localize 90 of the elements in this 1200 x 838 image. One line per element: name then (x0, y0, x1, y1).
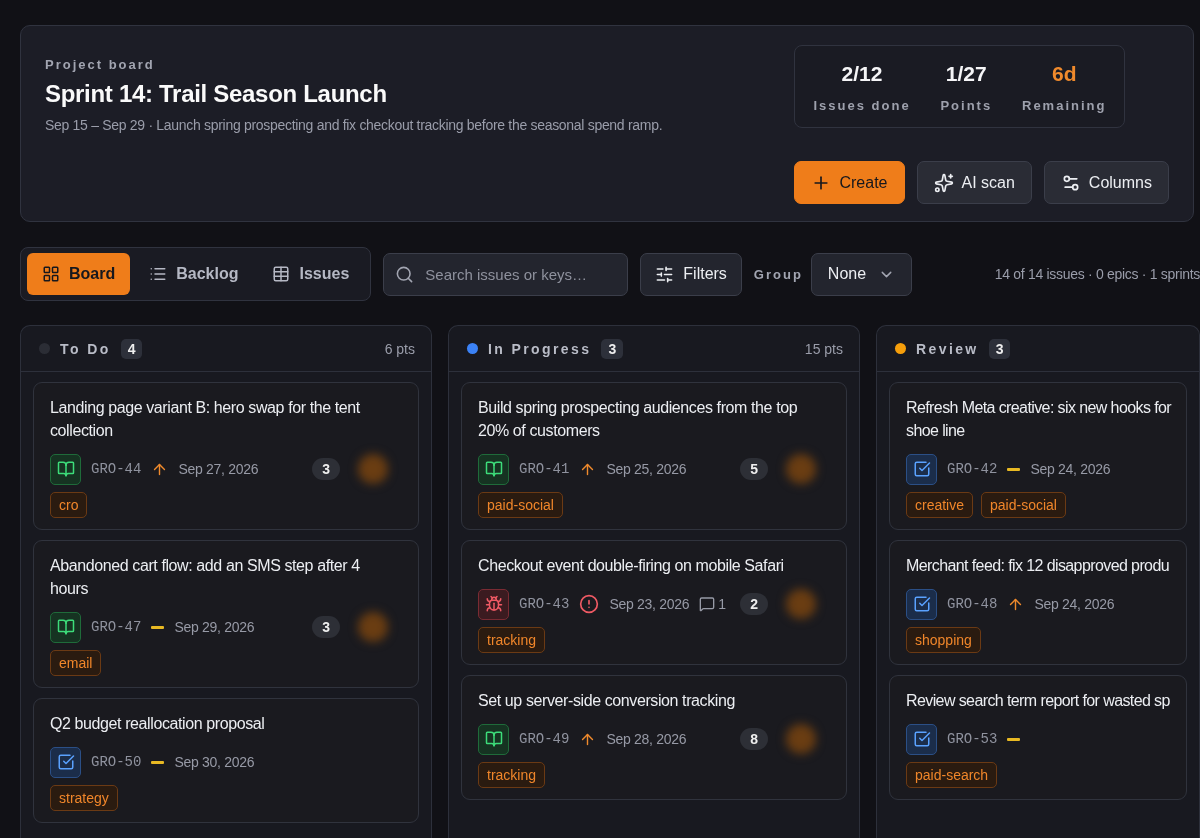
due-date: Sep 25, 2026 (606, 461, 687, 477)
issue-title: Review search term report for wasted sp (906, 691, 1171, 711)
points-badge: 8 (740, 728, 768, 750)
stat-value: 2/12 (841, 62, 883, 86)
due-date: Sep 30, 2026 (174, 754, 255, 770)
view-tab[interactable]: Issues (257, 253, 365, 295)
filters-button[interactable]: Filters (640, 252, 742, 296)
issue-key: GRO-50 (91, 754, 142, 770)
label-tag: strategy (50, 785, 118, 811)
count-badge: 3 (601, 338, 624, 359)
avatar (786, 454, 816, 484)
points-badge: 5 (740, 458, 768, 480)
count-badge: 3 (988, 338, 1011, 359)
issue-summary: 14 of 14 issues · 0 epics · 1 sprints (994, 266, 1200, 282)
due-date: Sep 24, 2026 (1030, 461, 1111, 477)
label-tag: creative (906, 492, 974, 518)
table-icon (272, 265, 291, 283)
search-icon (395, 264, 415, 284)
stat-label: Issues done (813, 98, 911, 113)
stat-label: Remaining (1022, 98, 1107, 113)
issue-key: GRO-49 (519, 731, 570, 747)
grid-icon (42, 265, 60, 283)
avatar (358, 454, 388, 484)
issue-key: GRO-44 (91, 461, 142, 477)
label-tag: shopping (906, 627, 981, 653)
label-tag: paid-social (981, 492, 1066, 518)
due-date: Sep 27, 2026 (178, 461, 259, 477)
stat-value: 1/27 (945, 62, 987, 86)
issue-key: GRO-43 (519, 596, 570, 612)
comment-count: 1 (699, 596, 726, 612)
issue-card[interactable]: Q2 budget reallocation proposal GRO-50 Sep 30, 2026 strategy (33, 698, 419, 823)
label-tag: email (50, 650, 102, 676)
issue-card[interactable]: Checkout event double-firing on mobile Safari GRO-43 Sep 23, 2026 1 2 tracking (461, 540, 847, 665)
issue-key: GRO-42 (947, 461, 998, 477)
eyebrow-label: Project board (45, 57, 156, 72)
issue-key: GRO-48 (947, 596, 998, 612)
avatar (786, 589, 816, 619)
issue-card[interactable]: Merchant feed: fix 12 disapproved produ GRO-48 Sep 24, 2026 shopping (889, 540, 1187, 665)
list-icon (149, 265, 168, 283)
issue-card[interactable]: Build spring prospecting audiences from the top 20% of customers GRO-41 Sep 25, 2026 5 paid-social (461, 382, 847, 530)
points-badge: 2 (740, 593, 768, 615)
label-tag: cro (50, 492, 88, 518)
column-title: To Do (60, 340, 111, 357)
issue-card[interactable]: Refresh Meta creative: six new hooks for shoe line GRO-42 Sep 24, 2026 creative paid-social (889, 382, 1187, 530)
view-tab[interactable]: Board (27, 253, 131, 295)
label-tag: paid-search (906, 762, 998, 788)
count-badge: 4 (120, 338, 143, 359)
issue-title: Merchant feed: fix 12 disapproved produ (906, 556, 1170, 576)
issue-key: GRO-47 (91, 619, 142, 635)
group-label: Group (753, 266, 803, 282)
issue-card[interactable]: Abandoned cart flow: add an SMS step after 4 hours GRO-47 Sep 29, 2026 3 email (33, 540, 419, 688)
issue-title: Q2 budget reallocation proposal (50, 714, 266, 734)
issue-title: Landing page variant B: hero swap for the tent collection (50, 398, 361, 441)
avatar (786, 724, 816, 754)
stat-label: Points (940, 98, 993, 113)
column-points: 6 pts (384, 340, 415, 357)
label-tag: tracking (478, 627, 546, 653)
issue-key: GRO-53 (947, 731, 998, 747)
issue-key: GRO-41 (519, 461, 570, 477)
issue-card[interactable]: Review search term report for wasted sp GRO-53 paid-search (889, 675, 1187, 800)
due-date: Sep 29, 2026 (174, 619, 255, 635)
search-field[interactable]: Search issues or keys… (383, 252, 629, 296)
issue-title: Set up server-side conversion tracking (478, 691, 736, 711)
create-button[interactable]: Create (794, 161, 905, 204)
issue-title: Abandoned cart flow: add an SMS step after 4 hours (50, 556, 361, 599)
column-title: In Progress (488, 340, 592, 357)
issue-title: Refresh Meta creative: six new hooks for shoe line (906, 398, 1173, 441)
points-badge: 3 (312, 616, 340, 638)
stat-value: 6d (1051, 62, 1077, 86)
view-tab[interactable]: Backlog (134, 253, 254, 295)
column-points: 15 pts (804, 340, 843, 357)
issue-card[interactable]: Set up server-side conversion tracking GRO-49 Sep 28, 2026 8 tracking (461, 675, 847, 800)
due-date: Sep 23, 2026 (609, 596, 690, 612)
sparkle-icon (933, 172, 954, 193)
issue-card[interactable]: Landing page variant B: hero swap for the tent collection GRO-44 Sep 27, 2026 3 cro (33, 382, 419, 530)
due-date: Sep 24, 2026 (1034, 596, 1115, 612)
issue-title: Build spring prospecting audiences from the top 20% of customers (478, 398, 799, 441)
column-title: Review (916, 340, 979, 357)
sprint-subtitle: Sep 15 – Sep 29 · Launch spring prospecting and fix checkout tracking before the seasonal spend ramp. (45, 117, 663, 133)
points-badge: 3 (312, 458, 340, 480)
sliders-icon (655, 264, 675, 284)
group-select[interactable]: None (810, 252, 913, 296)
issue-title: Checkout event double-firing on mobile Safari (478, 556, 785, 576)
label-tag: tracking (478, 762, 546, 788)
avatar (358, 612, 388, 642)
label-tag: paid-social (478, 492, 563, 518)
due-date: Sep 28, 2026 (606, 731, 687, 747)
columns-button[interactable]: Columns (1043, 161, 1169, 204)
ai-scan-button[interactable]: AI scan (916, 161, 1032, 204)
sprint-title: Sprint 14: Trail Season Launch (45, 80, 388, 108)
